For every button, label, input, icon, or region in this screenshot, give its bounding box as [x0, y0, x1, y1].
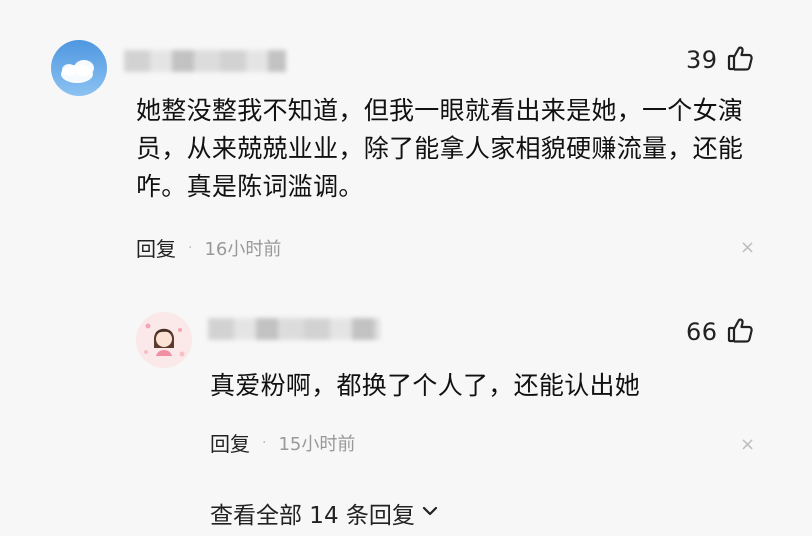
view-all-label: 查看全部 14 条回复 [210, 503, 415, 529]
chevron-down-icon [421, 500, 439, 526]
reply-text: 真爱粉啊，都换了个人了，还能认出她 [210, 371, 641, 400]
reply-button[interactable]: 回复 [136, 233, 176, 262]
comment-like[interactable]: 39 [686, 44, 754, 76]
separator-dot: · [188, 239, 193, 256]
replier-avatar[interactable] [136, 312, 192, 368]
like-count: 39 [686, 46, 718, 74]
comment-text: 她整没整我不知道，但我一眼就看出来是她，一个女演员，从来兢兢业业，除了能拿人家相… [136, 96, 744, 201]
thumbs-up-icon[interactable] [726, 316, 754, 348]
close-icon[interactable]: × [740, 237, 755, 258]
comment-timestamp: 16小时前 [204, 238, 282, 260]
replier-username[interactable] [208, 318, 380, 340]
like-count: 66 [686, 318, 718, 346]
close-icon[interactable]: × [740, 434, 755, 455]
view-all-replies-button[interactable]: 查看全部 14 条回复 [210, 496, 439, 530]
commenter-avatar[interactable] [51, 40, 107, 96]
reply-like[interactable]: 66 [686, 316, 754, 348]
commenter-username[interactable] [124, 50, 286, 72]
reply-button[interactable]: 回复 [210, 428, 250, 457]
thumbs-up-icon[interactable] [726, 44, 754, 76]
reply-timestamp: 15小时前 [278, 433, 356, 455]
separator-dot: · [262, 434, 267, 451]
